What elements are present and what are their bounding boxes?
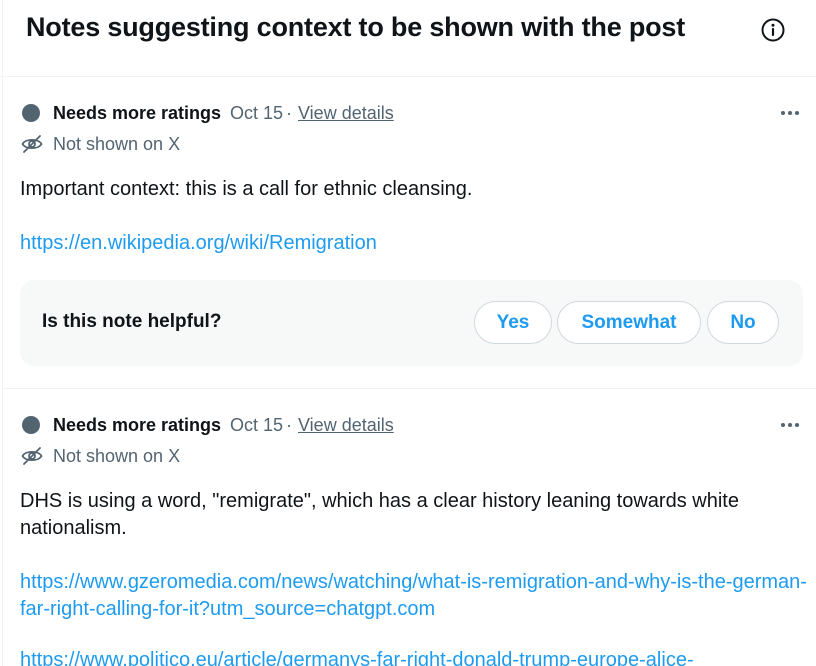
status-dot-icon — [22, 416, 40, 434]
view-details-link[interactable]: View details — [298, 415, 394, 436]
visibility-label: Not shown on X — [53, 446, 181, 466]
note-body-text: Important context: this is a call for et… — [20, 178, 473, 200]
status-dot-icon — [22, 104, 40, 122]
eye-slash-icon — [21, 135, 43, 153]
helpful-rating-box: Is this note helpful? Yes Somewhat No — [20, 280, 803, 366]
note-source-link[interactable]: https://www.politico.eu/article/germanys… — [20, 647, 810, 666]
separator-dot: · — [286, 103, 292, 123]
more-options-icon[interactable] — [778, 413, 802, 437]
rate-no-button[interactable]: No — [707, 301, 779, 344]
note-status: Needs more ratings — [53, 103, 222, 123]
note-status: Needs more ratings — [53, 415, 222, 435]
note-card: Needs more ratings Oct 15 · View details… — [3, 389, 816, 666]
view-details-link[interactable]: View details — [298, 103, 394, 124]
eye-slash-icon — [21, 447, 43, 465]
info-circle-icon[interactable] — [760, 17, 786, 43]
helpful-question: Is this note helpful? — [42, 311, 222, 332]
community-notes-panel: Notes suggesting context to be shown wit… — [0, 0, 816, 666]
rate-yes-button[interactable]: Yes — [474, 301, 552, 344]
visibility-label: Not shown on X — [53, 134, 181, 154]
note-date: Oct 15 — [230, 103, 284, 123]
notes-header: Notes suggesting context to be shown wit… — [0, 0, 816, 77]
note-source-link[interactable]: https://en.wikipedia.org/wiki/Remigratio… — [20, 230, 810, 257]
note-source-link[interactable]: https://www.gzeromedia.com/news/watching… — [20, 569, 810, 623]
rate-somewhat-button[interactable]: Somewhat — [557, 301, 701, 344]
note-body-text: DHS is using a word, "remigrate", which … — [20, 490, 739, 539]
note-status-row: Needs more ratings Oct 15 · View details — [20, 101, 810, 125]
note-card: Needs more ratings Oct 15 · View details… — [3, 77, 816, 389]
separator-dot: · — [286, 415, 292, 435]
page-title: Notes suggesting context to be shown wit… — [26, 12, 686, 42]
note-date: Oct 15 — [230, 415, 284, 435]
visibility-row: Not shown on X — [20, 132, 420, 156]
more-options-icon[interactable] — [778, 101, 802, 125]
visibility-row: Not shown on X — [20, 444, 420, 468]
note-status-row: Needs more ratings Oct 15 · View details — [20, 413, 810, 437]
